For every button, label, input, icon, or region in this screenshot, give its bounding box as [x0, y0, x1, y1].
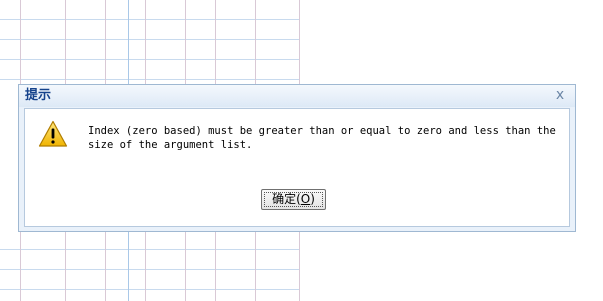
dialog-body: Index (zero based) must be greater than …: [24, 108, 570, 227]
close-icon[interactable]: x: [553, 88, 567, 102]
dialog-title: 提示: [25, 88, 52, 103]
ok-button[interactable]: 确定(O): [261, 189, 326, 210]
warning-icon: [38, 120, 68, 147]
dialog-titlebar[interactable]: 提示 x: [19, 85, 575, 107]
dialog-message: Index (zero based) must be greater than …: [88, 125, 556, 151]
ok-label-prefix: 确定(: [272, 192, 301, 206]
message-dialog: 提示 x Index (zero based) must be greater …: [18, 84, 576, 232]
ok-label-suffix: ): [310, 192, 315, 206]
ok-label-accesskey: O: [300, 192, 311, 206]
